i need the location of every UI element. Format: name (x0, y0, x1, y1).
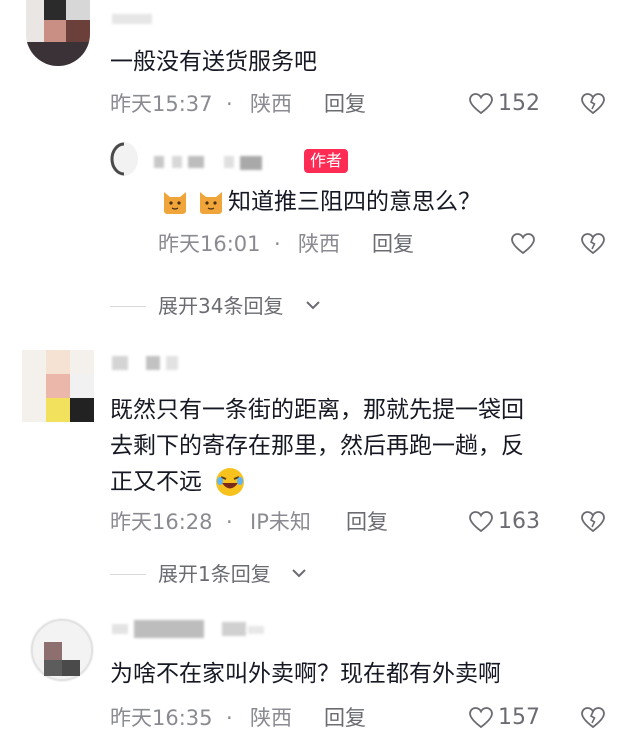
meta-dot: · (226, 510, 233, 534)
heart-outline-icon[interactable] (468, 510, 494, 534)
comment-location: IP未知 (250, 510, 311, 534)
avatar-image (26, 0, 90, 66)
avatar-image (22, 350, 94, 422)
comment-location: 陕西 (250, 92, 292, 116)
avatar[interactable] (22, 350, 94, 422)
reply-button[interactable]: 回复 (372, 230, 414, 258)
comment-location: 陕西 (250, 706, 292, 730)
username-blurred[interactable] (154, 154, 294, 170)
reply-location: 陕西 (298, 232, 340, 256)
reply-text: 知道推三阻四的意思么？ (228, 189, 481, 215)
username-blurred[interactable] (112, 354, 182, 372)
heart-outline-icon[interactable] (468, 706, 494, 730)
reply-button[interactable]: 回复 (324, 90, 366, 118)
author-badge: 作者 (304, 149, 349, 173)
expand-divider (110, 574, 146, 575)
meta-dot: · (226, 92, 233, 116)
expand-divider (110, 306, 146, 307)
broken-heart-icon[interactable] (580, 232, 606, 256)
comment-text-line: 既然只有一条街的距离，那就先提一袋回 (110, 397, 524, 423)
like-count: 157 (498, 705, 540, 730)
heart-outline-icon[interactable] (468, 92, 494, 116)
expand-replies-button[interactable]: 展开1条回复 (158, 560, 271, 588)
chevron-down-icon[interactable] (290, 566, 308, 580)
broken-heart-icon[interactable] (580, 706, 606, 730)
username-blurred[interactable] (112, 620, 272, 638)
laughing-emoji-icon (216, 468, 244, 496)
comment-text-line: 去剩下的寄存在那里，然后再跑一趟，反 (110, 433, 524, 459)
avatar-image (30, 618, 94, 682)
broken-heart-icon[interactable] (580, 510, 606, 534)
like-count: 163 (498, 509, 540, 534)
cat-emoji-icon (200, 192, 222, 214)
avatar[interactable] (26, 0, 90, 66)
username-blurred[interactable] (112, 14, 152, 24)
chevron-down-icon[interactable] (304, 298, 322, 312)
comment-time: 昨天15:37 (110, 92, 213, 116)
avatar[interactable] (110, 142, 138, 176)
comment-time: 昨天16:35 (110, 706, 213, 730)
meta-dot: · (226, 706, 233, 730)
meta-dot: · (274, 232, 281, 256)
heart-outline-icon[interactable] (510, 232, 536, 256)
like-count: 152 (498, 91, 540, 116)
reply-button[interactable]: 回复 (346, 508, 388, 536)
comment-text-line: 一般没有送货服务吧 (110, 49, 317, 75)
reply-time: 昨天16:01 (158, 232, 261, 256)
expand-replies-button[interactable]: 展开34条回复 (158, 292, 283, 320)
cat-emoji-icon (164, 192, 186, 214)
comment-text-line: 正又不远 (110, 469, 202, 495)
broken-heart-icon[interactable] (580, 92, 606, 116)
avatar-image (110, 142, 138, 176)
reply-button[interactable]: 回复 (324, 704, 366, 732)
comment-time: 昨天16:28 (110, 510, 213, 534)
avatar[interactable] (30, 618, 94, 682)
comment-text-line: 为啥不在家叫外卖啊？现在都有外卖啊 (110, 661, 501, 687)
